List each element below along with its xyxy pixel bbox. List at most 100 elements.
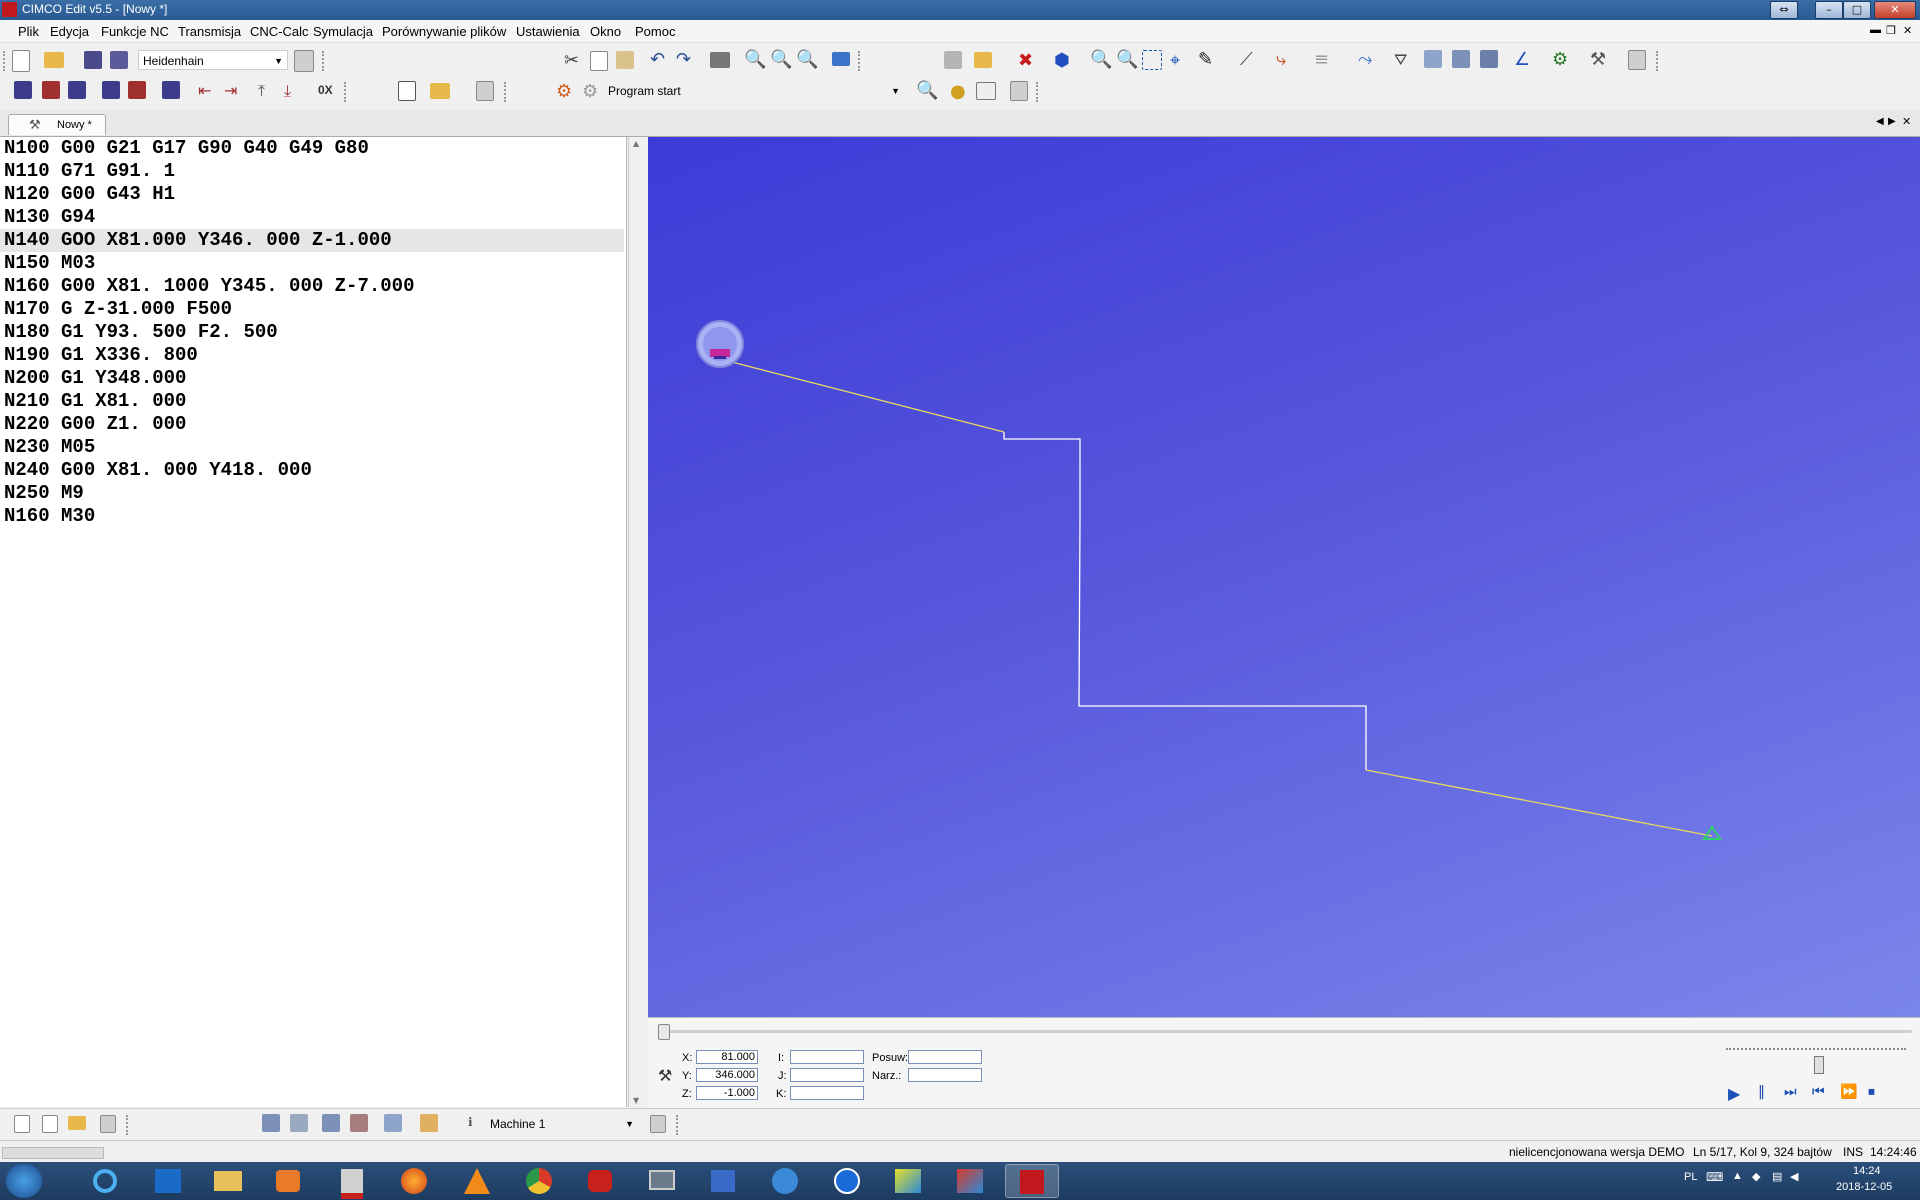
speed-slider-handle[interactable] — [1814, 1056, 1824, 1074]
media-player-icon[interactable] — [261, 1164, 315, 1198]
clipboard-2-icon[interactable] — [476, 81, 494, 101]
language-indicator[interactable]: PL — [1684, 1171, 1697, 1183]
code-line[interactable]: N100 G00 G21 G17 G90 G40 G49 G80 — [4, 137, 369, 160]
new-file-2-icon[interactable] — [14, 1115, 30, 1133]
find-icon[interactable]: 🔍 — [744, 49, 766, 71]
properties-icon[interactable] — [1628, 50, 1646, 70]
toolpath-icon[interactable]: ⤷ — [1276, 49, 1298, 71]
keyboard-icon[interactable]: ⌨ — [1706, 1170, 1723, 1184]
save-icon[interactable] — [84, 51, 102, 69]
folder-icon[interactable] — [68, 1116, 86, 1130]
nc-code-editor[interactable]: N100 G00 G21 G17 G90 G40 G49 G80 N110 G71… — [0, 137, 627, 1107]
view-icon[interactable] — [832, 52, 850, 66]
search-program-icon[interactable]: 🔍 — [916, 80, 938, 102]
machine-select[interactable]: Machine 1 ▼ — [486, 1114, 638, 1134]
clock-date[interactable]: 2018-12-05 — [1836, 1181, 1892, 1193]
hint-bulb-icon[interactable]: ● — [950, 81, 972, 103]
find-replace-icon[interactable]: 🔍 — [796, 49, 818, 71]
print-icon[interactable] — [710, 52, 730, 68]
zoom-fit-icon[interactable]: ⌖ — [1170, 50, 1192, 72]
renumber-icon[interactable] — [14, 81, 32, 99]
scroll-down-icon[interactable]: ▼ — [633, 1096, 639, 1105]
menu-settings[interactable]: Ustawienia — [516, 24, 580, 39]
clipboard-5-icon[interactable] — [650, 1115, 666, 1133]
skip-to-end-icon[interactable]: ⏩ — [1840, 1084, 1857, 1100]
machine-settings-icon[interactable] — [384, 1114, 402, 1132]
editor-scrollbar[interactable]: ▲ ▼ — [628, 137, 647, 1107]
minimize-button[interactable]: – — [1815, 1, 1843, 19]
step-forward-icon[interactable]: ⏭ — [1784, 1084, 1797, 1100]
hex-mode-icon[interactable]: 0X — [318, 83, 340, 105]
menu-cnc-calc[interactable]: CNC-Calc — [250, 24, 309, 39]
clock-time[interactable]: 14:24 — [1853, 1165, 1881, 1177]
tool-holder-icon[interactable]: ⚒ — [1590, 49, 1612, 71]
machine-type-select[interactable]: Heidenhain ▼ — [138, 50, 288, 70]
code-line[interactable]: N160 G00 X81. 1000 Y345. 000 Z-7.000 — [4, 275, 414, 298]
menu-transmission[interactable]: Transmisja — [178, 24, 241, 39]
copy-icon[interactable] — [590, 51, 608, 71]
mdi-close-icon[interactable]: ✕ — [1903, 24, 1912, 37]
code-line[interactable]: N250 M9 — [4, 482, 84, 505]
zoom-in-icon[interactable]: 🔍 — [1090, 49, 1112, 71]
dnc-receive-icon[interactable] — [350, 1114, 368, 1132]
insert-block-icon[interactable]: ⇤ — [198, 81, 220, 103]
undo-icon[interactable]: ↶ — [650, 49, 672, 71]
network-icon[interactable]: ▤ — [1772, 1170, 1782, 1183]
format-code-icon[interactable] — [162, 81, 180, 99]
redo-icon[interactable]: ↷ — [676, 49, 698, 71]
axis-icon[interactable]: ⤳ — [1358, 49, 1380, 71]
code-line[interactable]: N200 G1 Y348.000 — [4, 367, 186, 390]
filter-icon[interactable]: ⛛ — [1394, 50, 1416, 72]
tool-delete-icon[interactable]: ✖ — [1018, 50, 1040, 72]
step-back-icon[interactable]: ⏮ — [1812, 1084, 1825, 1100]
receive-from-machine-icon[interactable] — [290, 1114, 308, 1132]
outlook-icon[interactable] — [141, 1164, 195, 1198]
code-line[interactable]: N180 G1 Y93. 500 F2. 500 — [4, 321, 278, 344]
mdi-restore-icon[interactable]: ❐ — [1886, 24, 1896, 37]
code-line[interactable]: N170 G Z-31.000 F500 — [4, 298, 232, 321]
code-line[interactable]: N230 M05 — [4, 436, 95, 459]
program-start-select[interactable]: Program start ▼ — [604, 81, 904, 101]
send-to-machine-icon[interactable] — [262, 1114, 280, 1132]
start-button[interactable] — [6, 1164, 42, 1198]
code-line[interactable]: N150 M03 — [4, 252, 95, 275]
paste-icon[interactable] — [616, 51, 634, 69]
open-folder-icon[interactable] — [44, 52, 64, 68]
remove-spaces-icon[interactable] — [128, 81, 146, 99]
resize-arrows-icon[interactable]: ⇔ — [1770, 1, 1798, 19]
firefox-icon[interactable] — [387, 1164, 441, 1198]
game-app-icon[interactable] — [573, 1164, 627, 1198]
cimco-edit-task[interactable] — [1005, 1164, 1059, 1198]
maximize-button[interactable]: □ — [1843, 1, 1871, 19]
remove-numbers-icon[interactable] — [42, 81, 60, 99]
file-explorer-icon[interactable] — [201, 1164, 255, 1198]
code-line[interactable]: N210 G1 X81. 000 — [4, 390, 186, 413]
add-spaces-icon[interactable] — [102, 81, 120, 99]
code-line[interactable]: N190 G1 X336. 800 — [4, 344, 198, 367]
measure-icon[interactable]: ⟋ — [1240, 49, 1262, 71]
move-up-icon[interactable]: ⤒ — [258, 81, 280, 103]
menu-file[interactable]: Plik — [18, 24, 39, 39]
tab-close-icon[interactable]: ✕ — [1902, 115, 1911, 128]
dropbox-icon[interactable]: ◆ — [1752, 1170, 1760, 1183]
copy-file-icon[interactable] — [42, 1115, 58, 1133]
menu-simulation[interactable]: Symulacja — [313, 24, 373, 39]
cad-app-2-icon[interactable] — [943, 1164, 997, 1198]
section-view-icon[interactable] — [1452, 50, 1470, 68]
zoom-window-icon[interactable] — [1142, 50, 1162, 70]
chrome-icon[interactable] — [512, 1164, 566, 1198]
clipboard-3-icon[interactable] — [1010, 81, 1028, 101]
save-all-icon[interactable] — [110, 51, 128, 69]
layers-icon[interactable] — [944, 51, 962, 69]
connection-app-icon[interactable] — [758, 1164, 812, 1198]
document-icon[interactable] — [398, 81, 416, 101]
zoom-out-icon[interactable]: 🔍 — [1116, 49, 1138, 71]
internet-explorer-icon[interactable] — [78, 1164, 132, 1198]
machine-folder-icon[interactable] — [420, 1114, 438, 1132]
pdf-reader-icon[interactable] — [325, 1164, 379, 1199]
code-line[interactable]: N120 G00 G43 H1 — [4, 183, 175, 206]
menu-help[interactable]: Pomoc — [635, 24, 675, 39]
show-hidden-icons-icon[interactable]: ▲ — [1732, 1170, 1743, 1182]
tab-nowy[interactable]: ⚒ Nowy * — [8, 114, 106, 135]
remove-block-icon[interactable]: ⇥ — [224, 81, 246, 103]
